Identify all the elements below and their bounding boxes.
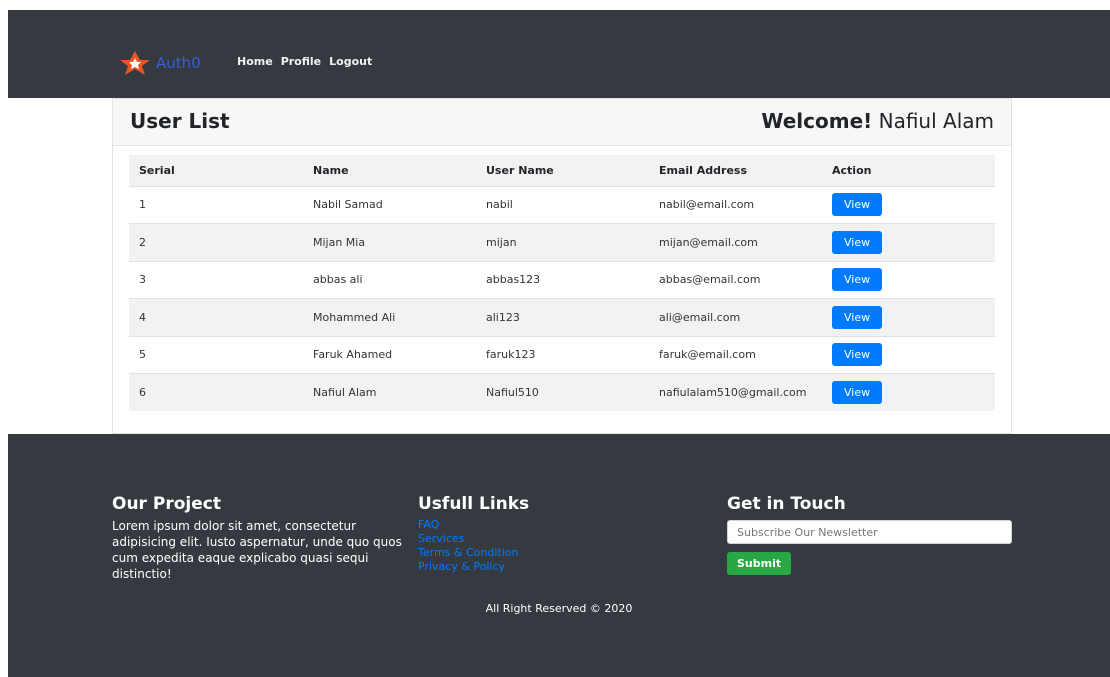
footer-link-services[interactable]: Services	[418, 532, 529, 546]
cell-serial: 4	[139, 310, 146, 324]
cell-serial: 5	[139, 348, 146, 362]
cell-name: Nabil Samad	[313, 198, 383, 212]
table-header-row: Serial Name User Name Email Address Acti…	[129, 155, 995, 186]
user-list-card: User List Welcome! Nafiul Alam Serial Na…	[112, 98, 1012, 434]
cell-action: View	[822, 299, 995, 337]
cell-serial: 3	[139, 273, 146, 287]
nav-link-logout[interactable]: Logout	[329, 55, 372, 68]
cell-action: View	[822, 336, 995, 374]
nav-links: Home Profile Logout	[237, 55, 372, 68]
table-row: 2 Mijan Mia mijan mijan@email.com View	[129, 223, 995, 262]
cell-email: mijan@email.com	[659, 235, 758, 249]
page-title: User List	[130, 109, 230, 133]
submit-button[interactable]: Submit	[727, 552, 792, 575]
footer-project-text: Lorem ipsum dolor sit amet, consectetur …	[112, 519, 402, 581]
cell-email: ali@email.com	[659, 310, 741, 324]
cell-name: Nafiul Alam	[313, 386, 377, 399]
cell-username: Nafiul510	[486, 386, 539, 399]
cell-username: mijan	[486, 235, 517, 249]
cell-name: Mijan Mia	[313, 235, 366, 249]
view-button[interactable]: View	[832, 193, 883, 217]
cell-username: nabil	[486, 198, 513, 212]
header-email: Email Address	[659, 163, 748, 177]
table-row: 5 Faruk Ahamed faruk123 faruk@email.com …	[129, 336, 995, 374]
cell-serial: 1	[139, 198, 146, 212]
footer-link-privacy[interactable]: Privacy & Policy	[418, 560, 529, 574]
view-button[interactable]: View	[832, 343, 883, 367]
cell-serial: 2	[139, 235, 146, 249]
cell-email: faruk@email.com	[659, 348, 756, 362]
view-button[interactable]: View	[832, 305, 883, 329]
view-button[interactable]: View	[832, 268, 883, 292]
copyright-text: All Right Reserved © 2020	[485, 602, 633, 615]
footer-contact: Get in Touch Submit	[727, 494, 1012, 575]
cell-name: Faruk Ahamed	[313, 348, 393, 362]
view-button[interactable]: View	[832, 381, 883, 404]
cell-serial: 6	[139, 386, 146, 399]
table-row: 3 abbas ali abbas123 abbas@email.com Vie…	[129, 261, 995, 299]
footer-project-title: Our Project	[112, 494, 221, 514]
auth0-logo-icon	[120, 51, 150, 75]
cell-email: nabil@email.com	[659, 198, 755, 212]
table-row: 6 Nafiul Alam Nafiul510 nafiulalam510@gm…	[129, 373, 995, 412]
welcome-message: Welcome! Nafiul Alam	[761, 109, 994, 133]
welcome-prefix: Welcome!	[761, 109, 873, 133]
table-row: 4 Mohammed Ali ali123 ali@email.com View	[129, 298, 995, 337]
card-header: User List Welcome! Nafiul Alam	[113, 99, 1011, 146]
cell-action: View	[822, 224, 995, 262]
footer-link-faq[interactable]: FAQ	[418, 518, 529, 532]
footer-contact-title: Get in Touch	[727, 494, 846, 514]
user-table: Serial Name User Name Email Address Acti…	[129, 155, 995, 411]
header-name: Name	[313, 163, 349, 177]
brand-name: Auth0	[156, 54, 201, 72]
cell-action: View	[822, 374, 995, 412]
cell-name: Mohammed Ali	[313, 310, 396, 324]
cell-username: faruk123	[486, 348, 536, 362]
footer-links-title: Usfull Links	[418, 494, 530, 514]
newsletter-email-input[interactable]	[727, 520, 1012, 544]
nav-link-profile[interactable]: Profile	[281, 55, 321, 68]
welcome-user-name: Nafiul Alam	[878, 109, 994, 133]
header-user-name: User Name	[486, 163, 554, 177]
cell-name: abbas ali	[313, 273, 363, 287]
footer-link-terms[interactable]: Terms & Condition	[418, 546, 529, 560]
cell-action: View	[822, 186, 995, 224]
footer-links: Usfull Links FAQ Services Terms & Condit…	[418, 494, 529, 574]
footer: Our Project Lorem ipsum dolor sit amet, …	[8, 434, 1110, 677]
view-button[interactable]: View	[832, 230, 883, 254]
header-serial: Serial	[139, 163, 175, 177]
footer-project: Our Project Lorem ipsum dolor sit amet, …	[112, 494, 412, 582]
page: Auth0 Home Profile Logout User List Welc…	[0, 0, 1110, 677]
cell-email: nafiulalam510@gmail.com	[659, 386, 807, 399]
brand[interactable]: Auth0	[118, 50, 201, 76]
cell-username: abbas123	[486, 273, 541, 287]
cell-username: ali123	[486, 310, 520, 324]
table-row: 1 Nabil Samad nabil nabil@email.com View	[129, 186, 995, 224]
cell-email: abbas@email.com	[659, 273, 761, 287]
navbar: Auth0 Home Profile Logout	[8, 10, 1110, 98]
cell-action: View	[822, 261, 995, 299]
nav-link-home[interactable]: Home	[237, 55, 273, 68]
header-action: Action	[832, 163, 872, 177]
